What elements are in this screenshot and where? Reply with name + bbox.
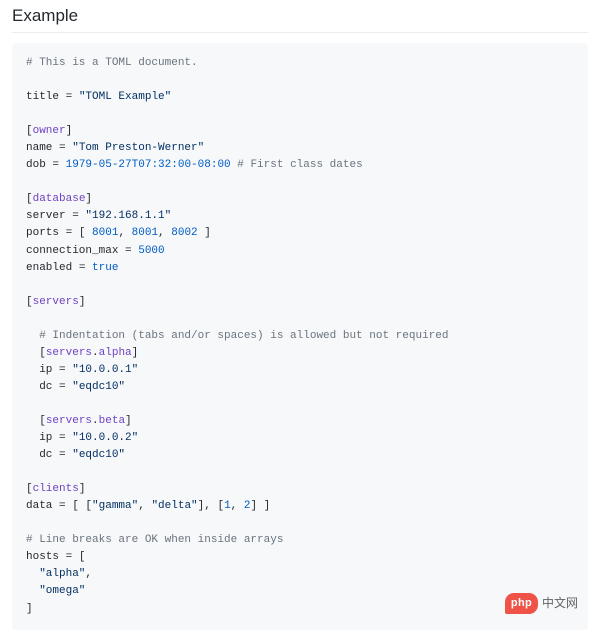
code-table: servers [33,296,79,308]
code-number: 8001 [132,227,158,239]
document-container: Example # This is a TOML document. title… [0,0,600,642]
code-table: beta [99,415,125,427]
code-string: "TOML Example" [79,91,171,103]
code-punc: = [52,364,72,376]
code-indent [26,585,39,597]
code-punc: ] [125,415,132,427]
watermark-badge: php [505,593,538,614]
code-punc: . [92,415,99,427]
code-number: 5000 [138,245,164,257]
code-punc: = [46,159,66,171]
code-table: servers [46,415,92,427]
watermark: php中文网 [505,593,578,614]
code-punc: . [92,347,99,359]
code-punc: = [118,245,138,257]
code-punc: , [138,500,151,512]
code-key: data [26,500,52,512]
code-key: hosts [26,551,59,563]
code-punc: [ [26,415,46,427]
code-indent [26,568,39,580]
code-punc: = [52,449,72,461]
code-punc: ] [79,296,86,308]
code-punc: , [158,227,171,239]
code-key: ip [26,364,52,376]
code-punc: , [231,500,244,512]
code-number: 1 [224,500,231,512]
code-key: name [26,142,52,154]
code-key: title [26,91,59,103]
code-string: "10.0.0.2" [72,432,138,444]
code-comment: # Indentation (tabs and/or spaces) is al… [26,330,448,342]
code-comment: # Line breaks are OK when inside arrays [26,534,283,546]
code-key: ports [26,227,59,239]
code-punc: = [52,432,72,444]
code-table: servers [46,347,92,359]
watermark-text: 中文网 [542,594,578,613]
section-heading: Example [12,0,588,33]
code-punc: = [72,262,92,274]
code-punc: ], [ [198,500,224,512]
code-table: owner [33,125,66,137]
code-number: 8001 [92,227,118,239]
code-punc: ] [132,347,139,359]
code-key: server [26,210,66,222]
code-boolean: true [92,262,118,274]
code-punc: = [52,381,72,393]
code-punc: ] [79,483,86,495]
code-punc: = [66,210,86,222]
code-table: database [33,193,86,205]
code-string: "alpha" [39,568,85,580]
code-string: "eqdc10" [72,449,125,461]
code-punc: ] [198,227,211,239]
code-punc: [ [26,296,33,308]
code-table: clients [33,483,79,495]
code-punc: ] [26,603,33,615]
code-punc: [ [26,125,33,137]
code-string: "gamma" [92,500,138,512]
code-string: "10.0.0.1" [72,364,138,376]
code-string: "Tom Preston-Werner" [72,142,204,154]
code-string: "eqdc10" [72,381,125,393]
code-comment: # This is a TOML document. [26,57,198,69]
code-comment: # First class dates [231,159,363,171]
code-punc: [ [26,193,33,205]
code-punc: [ [26,483,33,495]
code-punc: , [85,568,92,580]
code-key: enabled [26,262,72,274]
code-block: # This is a TOML document. title = "TOML… [12,43,588,630]
code-string: "192.168.1.1" [85,210,171,222]
code-table: alpha [99,347,132,359]
code-punc: , [118,227,131,239]
code-punc: ] [85,193,92,205]
code-key: connection_max [26,245,118,257]
code-punc: = [59,91,79,103]
code-punc: [ [26,347,46,359]
code-date: 1979-05-27T07:32:00-08:00 [66,159,231,171]
code-punc: ] [66,125,73,137]
code-key: ip [26,432,52,444]
code-punc: = [ [59,551,85,563]
code-key: dob [26,159,46,171]
code-string: "omega" [39,585,85,597]
code-punc: = [52,142,72,154]
code-punc: ] ] [250,500,270,512]
code-punc: = [ [ [52,500,92,512]
code-punc: = [ [59,227,92,239]
code-string: "delta" [151,500,197,512]
code-number: 8002 [171,227,197,239]
code-key: dc [26,381,52,393]
code-key: dc [26,449,52,461]
